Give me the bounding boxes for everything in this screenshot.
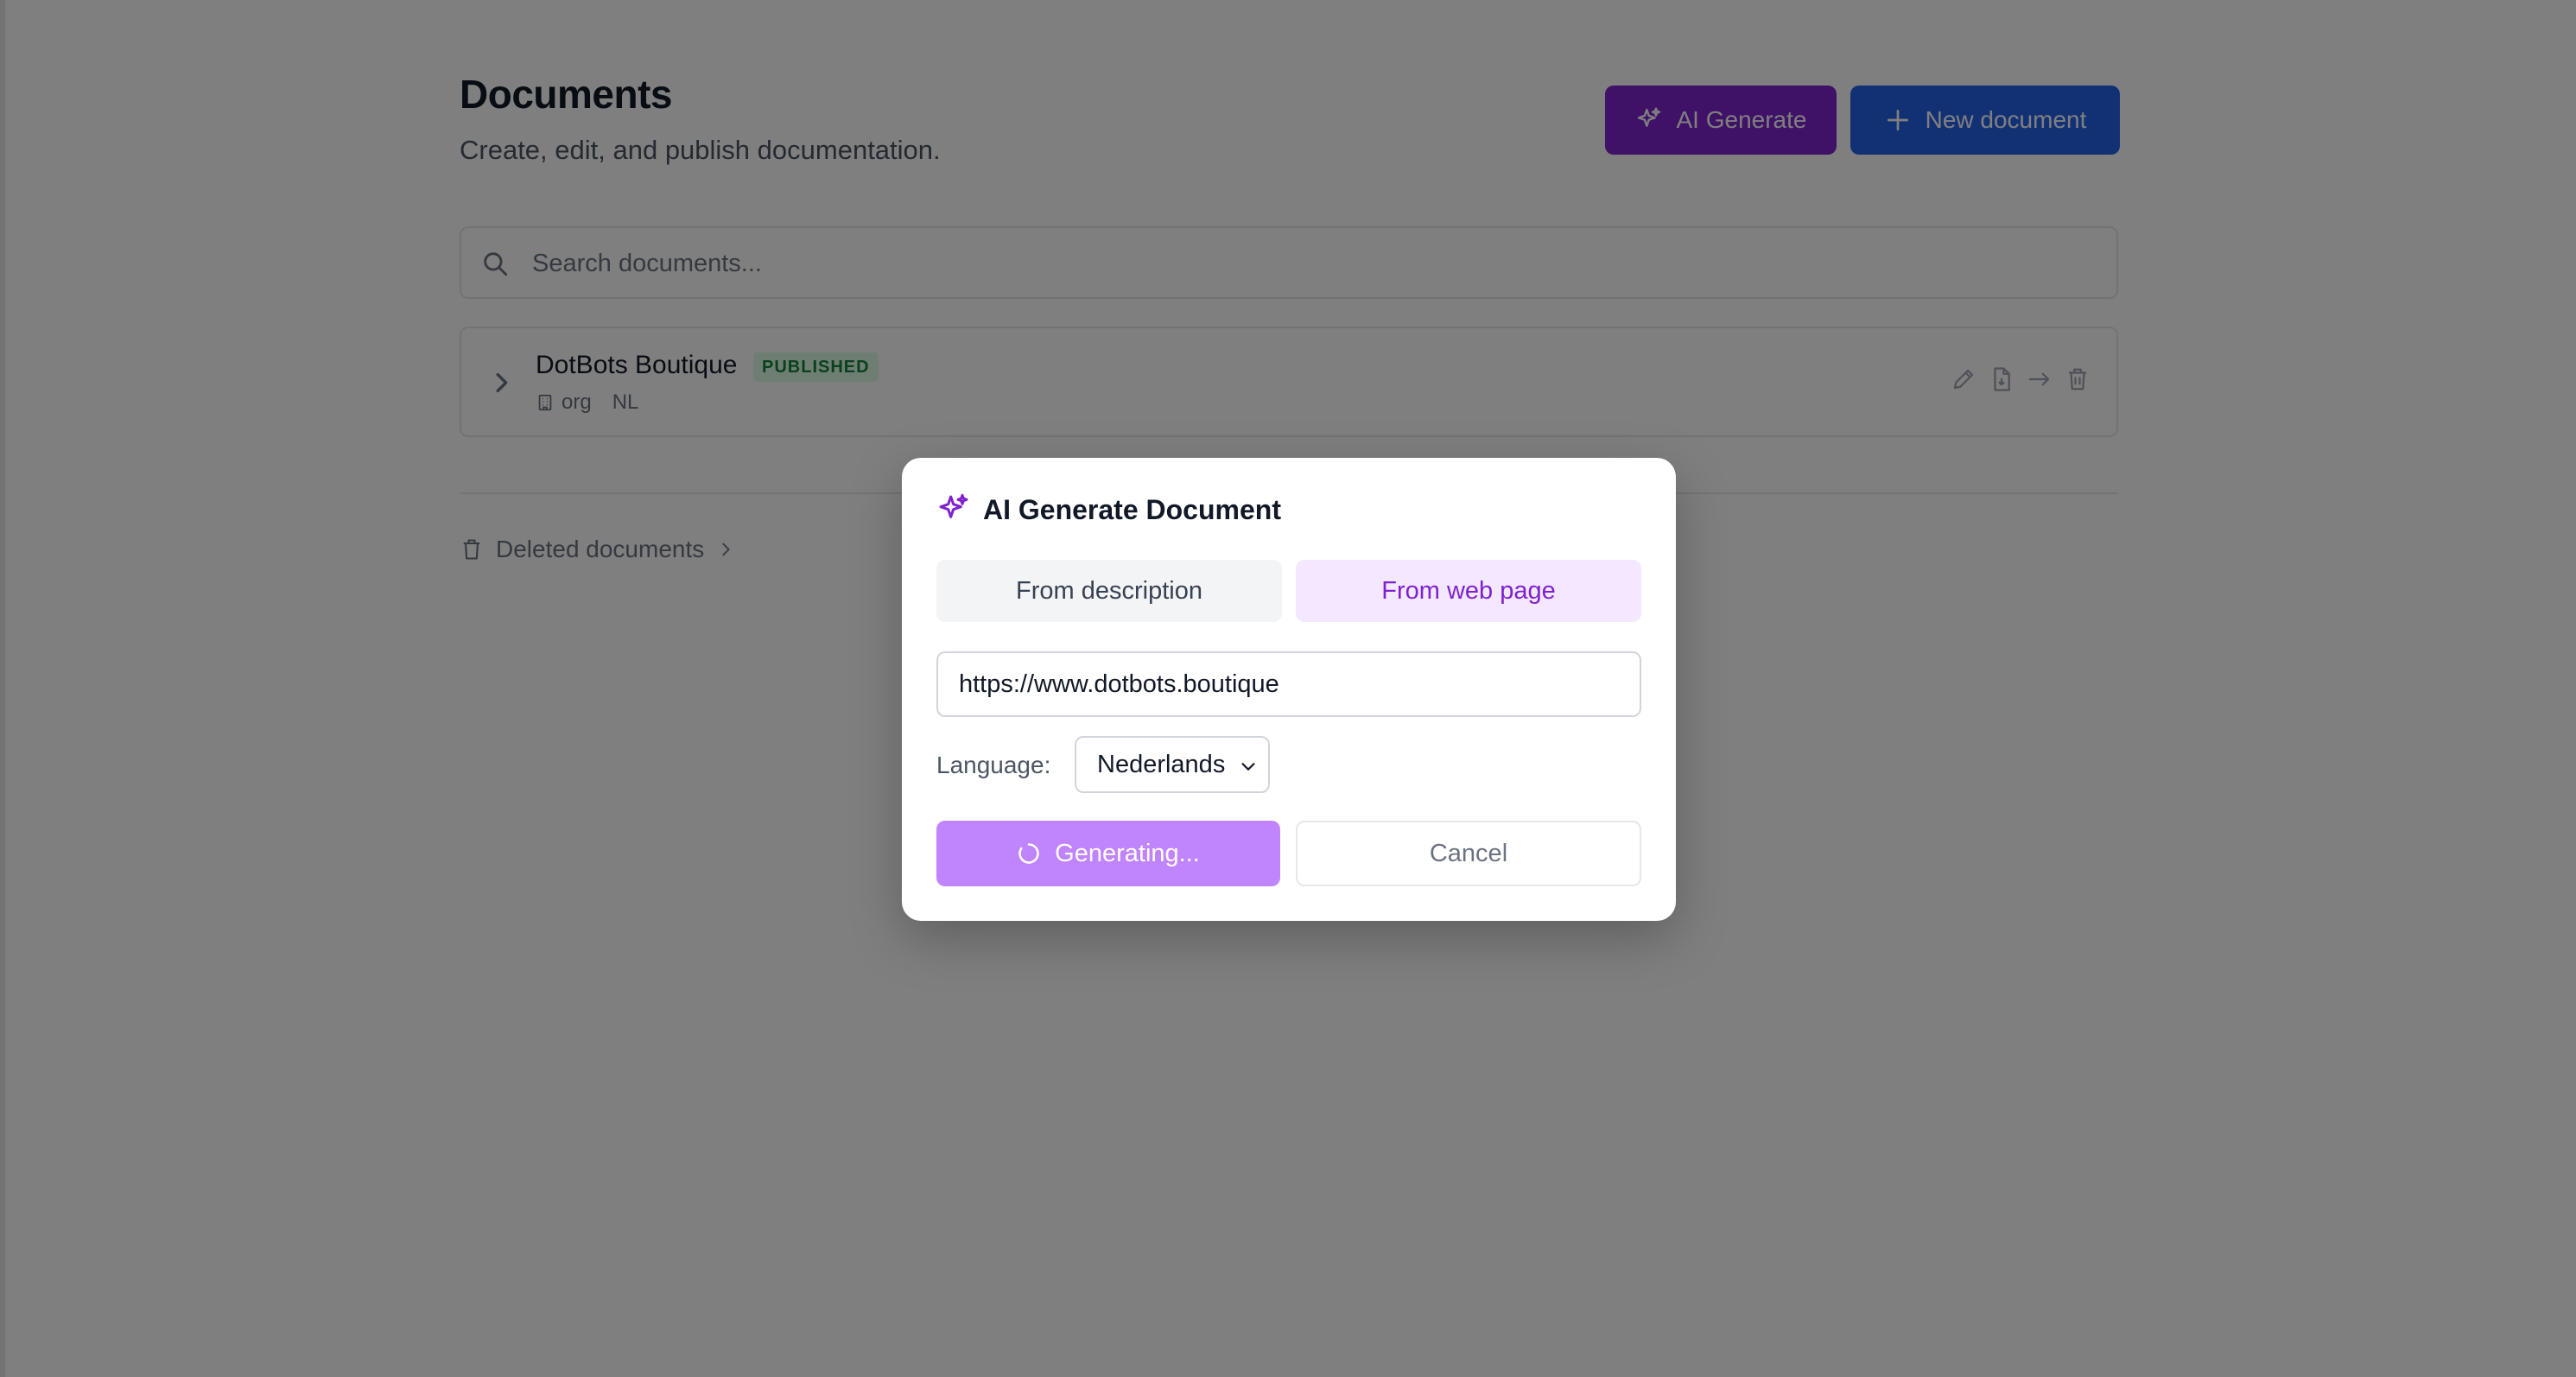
ai-generate-dialog: AI Generate Document From description Fr…	[902, 458, 1676, 921]
generate-button[interactable]: Generating...	[936, 821, 1280, 886]
dialog-header: AI Generate Document	[936, 492, 1281, 527]
cancel-button[interactable]: Cancel	[1296, 821, 1641, 886]
url-input[interactable]	[936, 651, 1641, 717]
tab-from-description[interactable]: From description	[936, 560, 1282, 622]
language-select-value: Nederlands	[1097, 750, 1226, 778]
tab-from-web-page[interactable]: From web page	[1296, 560, 1641, 622]
chevron-down-icon	[1241, 763, 1255, 771]
language-select[interactable]: Nederlands	[1075, 736, 1270, 793]
dialog-title: AI Generate Document	[983, 493, 1281, 525]
language-label: Language:	[936, 752, 1051, 778]
generate-button-label: Generating...	[1055, 839, 1200, 867]
spinner-icon	[1018, 843, 1039, 864]
sparkles-icon	[939, 493, 968, 518]
